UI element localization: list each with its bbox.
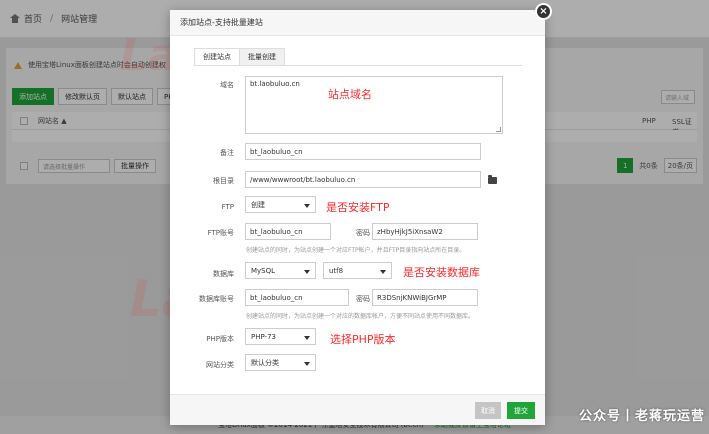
ftp-select-value: 创建 bbox=[251, 200, 265, 209]
root-dir-input[interactable]: /www/wwwroot/bt.laobuluo.cn bbox=[245, 171, 481, 188]
remark-input[interactable]: bt_laobuluo_cn bbox=[245, 143, 481, 160]
dialog-tabs: 创建站点 批量创建 bbox=[194, 48, 285, 66]
database-type-value: MySQL bbox=[251, 266, 276, 275]
php-version-label: PHP版本 bbox=[206, 335, 234, 343]
database-charset-select[interactable]: utf8 bbox=[323, 262, 392, 279]
dialog-footer: 取消 提交 bbox=[170, 394, 545, 425]
submit-button[interactable]: 提交 bbox=[507, 402, 535, 419]
cancel-button[interactable]: 取消 bbox=[475, 402, 501, 419]
ftp-password-input[interactable]: zHbyHjkJ5iXnsaW2 bbox=[372, 223, 478, 240]
ftp-hint: 创建站点的同时，为站点创建一个对应FTP帐户，并且FTP目录指向站点所在目录。 bbox=[246, 247, 466, 254]
ftp-user-input[interactable]: bt_laobuluo_cn bbox=[245, 223, 331, 240]
chevron-down-icon bbox=[304, 204, 310, 208]
close-icon[interactable]: × bbox=[535, 3, 552, 20]
database-charset-value: utf8 bbox=[329, 266, 344, 275]
caption-overlay: 公众号丨老蒋玩运营 bbox=[578, 409, 705, 424]
remark-label: 备注 bbox=[220, 149, 234, 157]
site-category-select[interactable]: 默认分类 bbox=[245, 354, 316, 371]
domain-value: bt.laobuluo.cn bbox=[250, 80, 300, 88]
annotation-domain: 站点域名 bbox=[328, 88, 372, 101]
dialog-title: 添加站点-支持批量建站 bbox=[170, 10, 545, 36]
tab-divider bbox=[194, 65, 522, 66]
site-category-value: 默认分类 bbox=[251, 358, 279, 367]
ftp-account-label: FTP账号 bbox=[207, 229, 234, 237]
add-site-dialog: 添加站点-支持批量建站 创建站点 批量创建 域名 bt.laobuluo.cn … bbox=[170, 10, 545, 425]
tab-create-site[interactable]: 创建站点 bbox=[194, 48, 240, 66]
ftp-label: FTP bbox=[221, 203, 234, 211]
php-version-value: PHP-73 bbox=[251, 332, 276, 341]
ftp-password-label: 密码 bbox=[356, 229, 370, 237]
db-password-input[interactable]: R3DSnjKNWiBJGrMP bbox=[372, 289, 478, 306]
site-category-label: 网站分类 bbox=[206, 361, 234, 369]
domain-label: 域名 bbox=[220, 81, 234, 89]
ftp-select[interactable]: 创建 bbox=[245, 196, 316, 213]
database-type-select[interactable]: MySQL bbox=[245, 262, 316, 279]
db-hint: 创建站点的同时，为站点创建一个对应的数据库帐户，方便不同站点使用不同数据库。 bbox=[246, 313, 475, 320]
folder-icon[interactable] bbox=[488, 175, 497, 184]
annotation-database: 是否安装数据库 bbox=[403, 266, 480, 279]
db-account-label: 数据库账号 bbox=[199, 295, 234, 303]
annotation-php: 选择PHP版本 bbox=[330, 333, 396, 346]
db-password-label: 密码 bbox=[356, 295, 370, 303]
resize-handle-icon[interactable] bbox=[496, 127, 501, 132]
database-label: 数据库 bbox=[213, 270, 234, 278]
root-dir-label: 根目录 bbox=[213, 177, 234, 185]
chevron-down-icon bbox=[304, 270, 310, 274]
tab-batch-create[interactable]: 批量创建 bbox=[239, 48, 285, 66]
chevron-down-icon bbox=[304, 362, 310, 366]
db-user-input[interactable]: bt_laobuluo_cn bbox=[245, 289, 349, 306]
domain-textarea[interactable]: bt.laobuluo.cn bbox=[245, 76, 503, 134]
annotation-ftp: 是否安装FTP bbox=[326, 201, 390, 214]
chevron-down-icon bbox=[304, 336, 310, 340]
php-version-select[interactable]: PHP-73 bbox=[245, 328, 316, 345]
chevron-down-icon bbox=[380, 270, 386, 274]
